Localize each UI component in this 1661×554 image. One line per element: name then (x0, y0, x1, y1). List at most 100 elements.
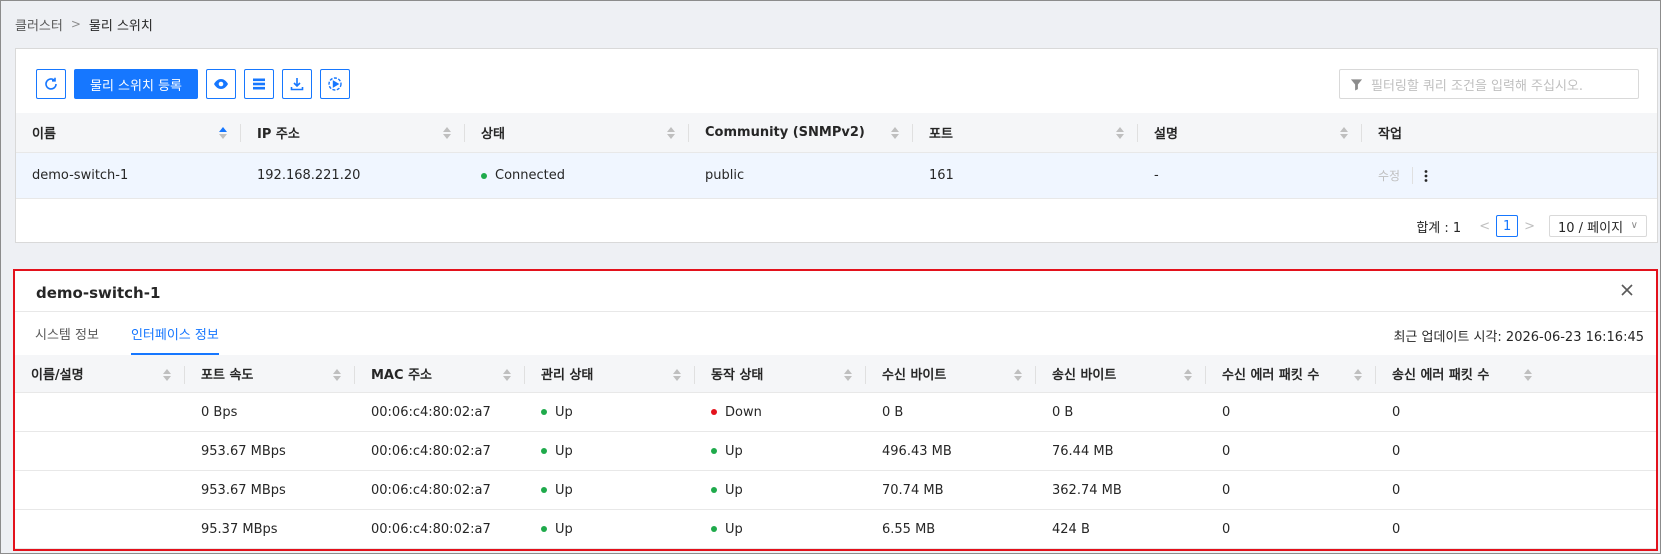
list-icon (253, 78, 265, 90)
sort-icon[interactable] (443, 127, 451, 139)
col-port-speed[interactable]: 포트 속도 (185, 355, 355, 392)
cell-mac: 00:06:c4:80:02:a7 (371, 521, 491, 537)
breadcrumb-parent[interactable]: 클러스터 (15, 15, 63, 34)
col-status[interactable]: 상태 (465, 113, 689, 152)
tab-interface-info[interactable]: 인터페이스 정보 (130, 311, 219, 355)
col-mac[interactable]: MAC 주소 (355, 355, 525, 392)
sort-icon[interactable] (1014, 369, 1022, 381)
sort-icon[interactable] (503, 369, 511, 381)
table-header: 이름/설명 포트 속도 MAC 주소 관리 상태 동작 상태 수신 바이트 송신 바이트 수신… (15, 355, 1656, 393)
col-admin-status[interactable]: 관리 상태 (525, 355, 695, 392)
sort-icon[interactable] (673, 369, 681, 381)
cell-tx-errors: 0 (1392, 482, 1401, 498)
tab-system-info[interactable]: 시스템 정보 (35, 311, 99, 355)
toolbar: 물리 스위치 등록 (36, 69, 358, 99)
pagination-total: 합계 : 1 (1416, 220, 1462, 236)
download-button[interactable] (282, 69, 312, 99)
edit-button[interactable]: 수정 (1378, 167, 1414, 184)
detail-title: demo-switch-1 (36, 284, 161, 302)
eye-icon (214, 79, 228, 89)
prev-page-button[interactable]: < (1479, 219, 1490, 234)
sort-icon[interactable] (1116, 127, 1124, 139)
download-icon (290, 78, 304, 91)
cell-rx-errors: 0 (1222, 482, 1231, 498)
page-size-value: 10 / 페이지 (1558, 220, 1624, 236)
sort-icon[interactable] (844, 369, 852, 381)
cell-tx-errors: 0 (1392, 404, 1401, 420)
cell-tx-bytes: 362.74 MB (1052, 482, 1122, 498)
cell-rx-errors: 0 (1222, 404, 1231, 420)
col-tx-errors[interactable]: 송신 에러 패킷 수 (1376, 355, 1546, 392)
col-rx-bytes[interactable]: 수신 바이트 (866, 355, 1036, 392)
page-size-select[interactable]: 10 / 페이지 ∨ (1549, 215, 1647, 237)
sort-icon[interactable] (1184, 369, 1192, 381)
col-name[interactable]: 이름 (16, 113, 241, 152)
page-1-button[interactable]: 1 (1496, 215, 1519, 237)
col-community[interactable]: Community (SNMPv2) (689, 113, 913, 152)
status-text: Up (555, 482, 573, 498)
cell-mac: 00:06:c4:80:02:a7 (371, 443, 491, 459)
cell-ip: 192.168.221.20 (257, 168, 361, 183)
cell-rx-errors: 0 (1222, 521, 1231, 537)
play-circle-icon (328, 77, 342, 91)
chevron-down-icon: ∨ (1630, 220, 1638, 231)
sort-icon[interactable] (891, 127, 899, 139)
table-row: 95.37 MBps 00:06:c4:80:02:a7 Up Up 6.55 MB 42… (15, 510, 1656, 549)
table-row[interactable]: demo-switch-1 192.168.221.20 Connected p… (16, 153, 1657, 199)
detail-tabs: 시스템 정보 인터페이스 정보 (35, 311, 251, 355)
col-ip[interactable]: IP 주소 (241, 113, 465, 152)
col-action: 작업 (1378, 127, 1402, 142)
status-text: Up (725, 443, 743, 459)
col-description[interactable]: 설명 (1138, 113, 1362, 152)
status-text: Down (725, 404, 762, 420)
col-oper-status[interactable]: 동작 상태 (695, 355, 866, 392)
more-vertical-icon[interactable] (1421, 169, 1431, 183)
cell-mac: 00:06:c4:80:02:a7 (371, 482, 491, 498)
sort-icon[interactable] (1524, 369, 1532, 381)
register-switch-button[interactable]: 물리 스위치 등록 (74, 69, 198, 99)
col-rx-errors[interactable]: 수신 에러 패킷 수 (1206, 355, 1376, 392)
close-icon[interactable] (1618, 281, 1636, 299)
cell-admin-status: Up (525, 405, 695, 420)
filter-input[interactable]: 필터링할 쿼리 조건을 입력해 주십시오. (1339, 69, 1639, 99)
sort-icon[interactable] (219, 127, 227, 139)
detail-panel: demo-switch-1 시스템 정보 인터페이스 정보 최근 업데이트 시각… (13, 269, 1658, 551)
table-row: 953.67 MBps 00:06:c4:80:02:a7 Up Up 70.74 MB… (15, 471, 1656, 510)
cell-tx-errors: 0 (1392, 443, 1401, 459)
sort-icon[interactable] (1340, 127, 1348, 139)
col-name-desc[interactable]: 이름/설명 (15, 355, 185, 392)
view-button[interactable] (206, 69, 236, 99)
breadcrumb-separator: > (70, 17, 81, 31)
cell-port: 161 (929, 168, 954, 183)
list-button[interactable] (244, 69, 274, 99)
run-button[interactable] (320, 69, 350, 99)
filter-icon (1350, 78, 1363, 91)
switch-table: 이름 IP 주소 상태 Community (SNMPv2) 포트 설명 작업 … (16, 113, 1657, 199)
app-frame: 클러스터 > 물리 스위치 물리 스위치 등록 필터링할 쿼리 조건을 입력해 … (0, 0, 1661, 554)
sort-icon[interactable] (333, 369, 341, 381)
filter-placeholder: 필터링할 쿼리 조건을 입력해 주십시오. (1371, 78, 1584, 94)
cell-tx-errors: 0 (1392, 521, 1401, 537)
col-tx-bytes[interactable]: 송신 바이트 (1036, 355, 1206, 392)
cell-rx-bytes: 6.55 MB (882, 521, 936, 537)
breadcrumb: 클러스터 > 물리 스위치 (15, 15, 153, 34)
sort-icon[interactable] (667, 127, 675, 139)
cell-tx-bytes: 424 B (1052, 521, 1090, 537)
col-port[interactable]: 포트 (913, 113, 1138, 152)
cell-community: public (705, 168, 745, 183)
cell-rx-errors: 0 (1222, 443, 1231, 459)
status-dot (541, 409, 547, 415)
status-dot (711, 487, 717, 493)
refresh-button[interactable] (36, 69, 66, 99)
cell-admin-status: Up (525, 444, 695, 459)
cell-name: demo-switch-1 (32, 168, 129, 183)
sort-icon[interactable] (163, 369, 171, 381)
cell-oper-status: Up (695, 444, 866, 459)
pagination: 합계 : 1 < 1 > 10 / 페이지 ∨ (1416, 215, 1647, 237)
cell-admin-status: Up (525, 522, 695, 537)
cell-rx-bytes: 496.43 MB (882, 443, 952, 459)
status-dot (711, 526, 717, 532)
sort-icon[interactable] (1354, 369, 1362, 381)
last-updated: 최근 업데이트 시각: 2026-06-23 16:16:45 (1393, 330, 1644, 345)
next-page-button[interactable]: > (1524, 219, 1535, 234)
